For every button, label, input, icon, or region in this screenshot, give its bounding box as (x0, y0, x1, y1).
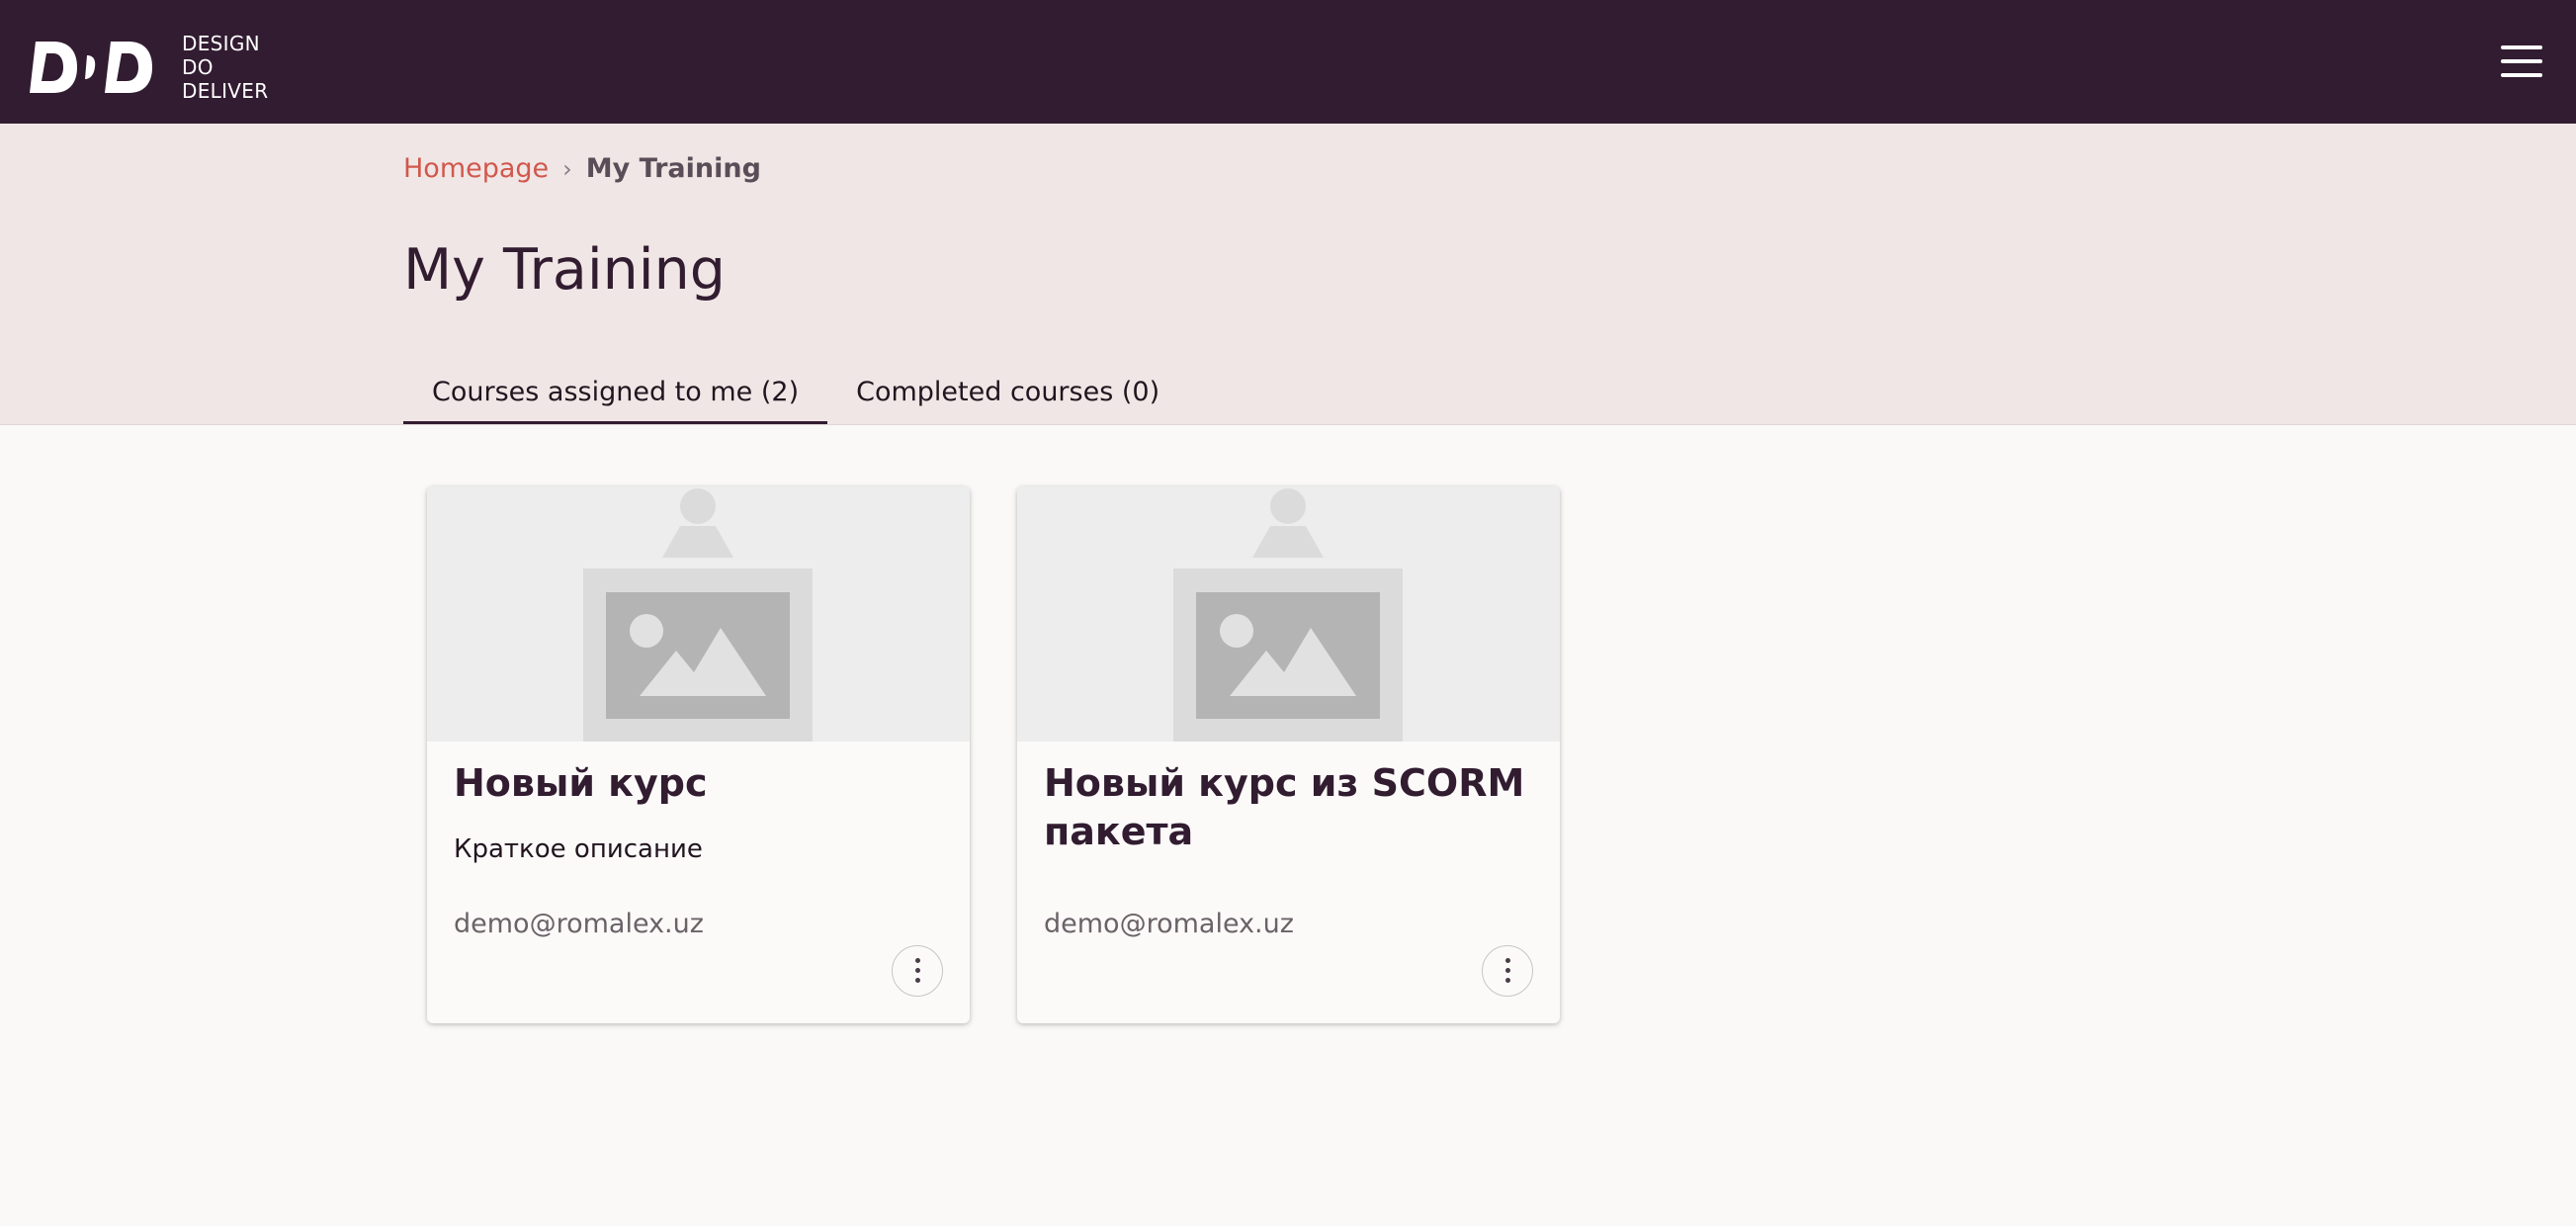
course-card[interactable]: Новый курс Краткое описание demo@romalex… (427, 486, 970, 1023)
logo-line-do: DO (182, 55, 214, 79)
logo-line-design: DESIGN (182, 32, 260, 55)
more-vertical-icon (1505, 968, 1510, 973)
logo-mark-icon (30, 42, 152, 93)
page-header: Homepage › My Training My Training Cours… (0, 124, 2576, 425)
course-description: Краткое описание (454, 834, 703, 864)
course-title[interactable]: Новый курс (454, 759, 943, 808)
breadcrumb-separator-icon: › (562, 154, 572, 183)
hamburger-menu-icon (2501, 59, 2542, 63)
image-placeholder-icon (1173, 488, 1403, 742)
tab-courses-assigned[interactable]: Courses assigned to me (2) (403, 361, 828, 424)
logo-line-deliver: DELIVER (182, 79, 269, 103)
breadcrumb-home-link[interactable]: Homepage (403, 153, 549, 184)
more-vertical-icon (1505, 958, 1510, 963)
course-author: demo@romalex.uz (454, 909, 704, 939)
more-vertical-icon (915, 958, 920, 963)
course-author: demo@romalex.uz (1044, 909, 1294, 939)
course-more-options-button[interactable] (1482, 945, 1533, 997)
more-vertical-icon (1505, 978, 1510, 983)
breadcrumb: Homepage › My Training (403, 153, 761, 184)
hamburger-menu-icon (2501, 73, 2542, 77)
course-more-options-button[interactable] (892, 945, 943, 997)
logo[interactable]: DESIGN DO DELIVER (30, 32, 268, 103)
course-image (1017, 486, 1560, 742)
more-vertical-icon (915, 978, 920, 983)
course-image (427, 486, 970, 742)
hamburger-menu-icon (2501, 45, 2542, 49)
image-placeholder-icon (583, 488, 813, 742)
page-title: My Training (403, 237, 726, 303)
hamburger-menu-button[interactable] (2495, 40, 2548, 83)
more-vertical-icon (915, 968, 920, 973)
tab-bar: Courses assigned to me (2) Completed cou… (403, 361, 1188, 424)
logo-wordmark: DESIGN DO DELIVER (182, 32, 268, 103)
tab-completed-courses[interactable]: Completed courses (0) (827, 361, 1188, 424)
top-navigation-bar: DESIGN DO DELIVER (0, 0, 2576, 124)
breadcrumb-current: My Training (585, 153, 761, 184)
course-card[interactable]: Новый курс из SCORM пакета demo@romalex.… (1017, 486, 1560, 1023)
course-title[interactable]: Новый курс из SCORM пакета (1044, 759, 1533, 856)
